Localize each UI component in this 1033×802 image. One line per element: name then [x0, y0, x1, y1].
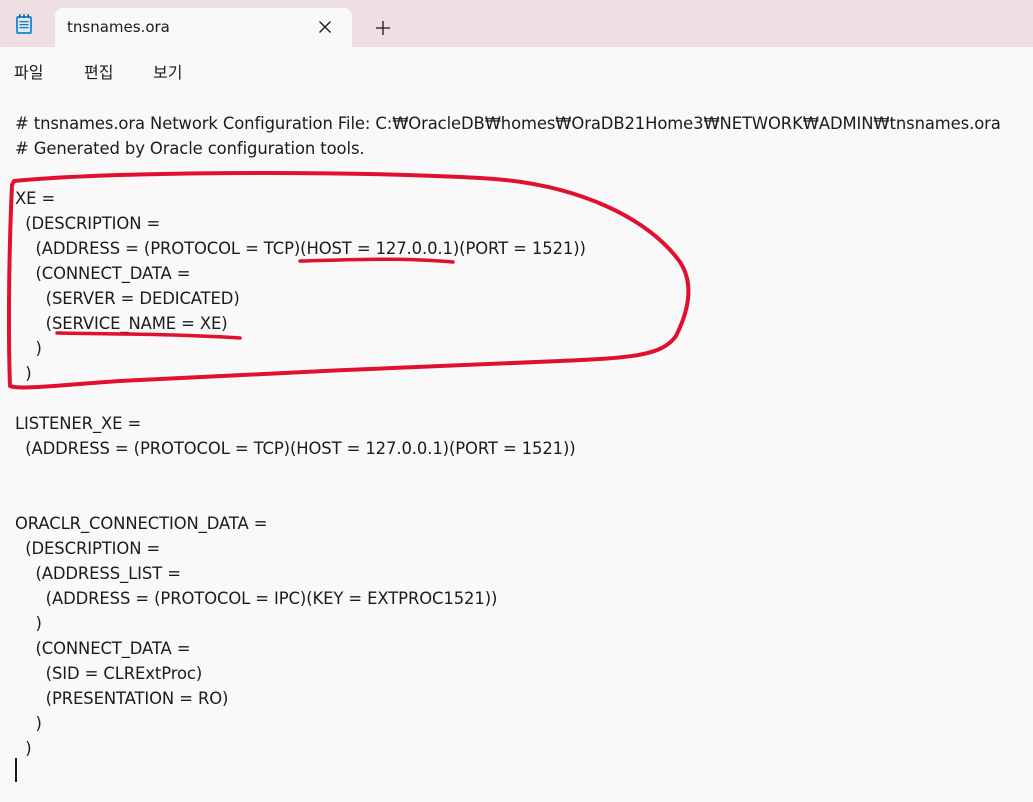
editor-line: (ADDRESS = (PROTOCOL = TCP)(HOST = 127.0…: [15, 439, 576, 458]
editor-line: (SID = CLRExtProc): [15, 664, 203, 683]
editor-line: (SERVER = DEDICATED): [15, 289, 240, 308]
editor-line: XE =: [15, 189, 56, 208]
editor-line: ): [15, 714, 42, 733]
menu-file[interactable]: 파일: [14, 57, 43, 85]
editor-line: (CONNECT_DATA =: [15, 639, 191, 658]
editor-line: ): [15, 339, 42, 358]
editor-line: (ADDRESS = (PROTOCOL = IPC)(KEY = EXTPRO…: [15, 589, 498, 608]
editor-line: (PRESENTATION = RO): [15, 689, 229, 708]
text-caret: [15, 758, 17, 782]
editor-line: (DESCRIPTION =: [15, 214, 161, 233]
menu-bar: 파일 편집 보기: [0, 47, 1033, 92]
editor-line: LISTENER_XE =: [15, 414, 142, 433]
editor-line: (ADDRESS = (PROTOCOL = TCP)(HOST = 127.0…: [15, 239, 586, 258]
editor-line: (SERVICE_NAME = XE): [15, 314, 228, 333]
notepad-app-icon: [16, 14, 32, 34]
editor-line: ): [15, 739, 32, 758]
text-editor[interactable]: # tnsnames.ora Network Configuration Fil…: [0, 92, 1033, 802]
editor-line: # tnsnames.ora Network Configuration Fil…: [15, 114, 1001, 133]
editor-line: (ADDRESS_LIST =: [15, 564, 181, 583]
tab-title: tnsnames.ora: [67, 18, 170, 36]
editor-line: # Generated by Oracle configuration tool…: [15, 139, 365, 158]
tab-tnsnames[interactable]: tnsnames.ora: [55, 8, 352, 47]
menu-edit[interactable]: 편집: [84, 57, 113, 85]
editor-line: ): [15, 614, 42, 633]
close-icon[interactable]: [317, 19, 333, 35]
new-tab-plus-icon[interactable]: [374, 19, 392, 37]
editor-line: (CONNECT_DATA =: [15, 264, 191, 283]
editor-line: (DESCRIPTION =: [15, 539, 161, 558]
editor-line: ): [15, 364, 32, 383]
notepad-window: tnsnames.ora 파일 편집 보기 # tnsnames.ora Net…: [0, 0, 1033, 802]
menu-view[interactable]: 보기: [153, 57, 182, 85]
editor-line: ORACLR_CONNECTION_DATA =: [15, 514, 268, 533]
tab-bar: tnsnames.ora: [0, 0, 1033, 47]
